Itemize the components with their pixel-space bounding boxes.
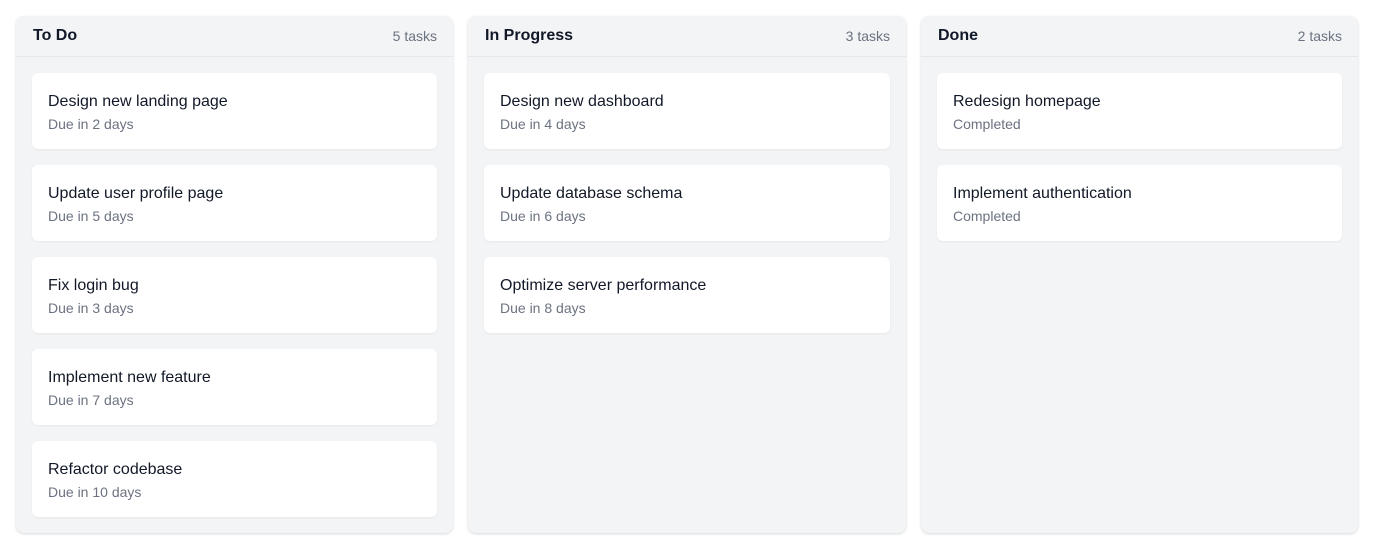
task-due: Due in 5 days: [48, 208, 134, 224]
task-due: Due in 7 days: [48, 392, 134, 408]
task-card[interactable]: Fix login bug Due in 3 days: [32, 257, 437, 333]
task-card[interactable]: Implement authentication Completed: [937, 165, 1342, 241]
card-list: Redesign homepage Completed Implement au…: [921, 57, 1358, 241]
task-card[interactable]: Optimize server performance Due in 8 day…: [484, 257, 890, 333]
task-status: Completed: [953, 208, 1021, 224]
task-due: Due in 2 days: [48, 116, 134, 132]
column-header: In Progress 3 tasks: [468, 16, 906, 57]
task-card[interactable]: Design new dashboard Due in 4 days: [484, 73, 890, 149]
task-title: Implement authentication: [953, 185, 1132, 202]
task-title: Refactor codebase: [48, 461, 183, 478]
column-done: Done 2 tasks Redesign homepage Completed…: [921, 16, 1358, 533]
task-due: Due in 6 days: [500, 208, 586, 224]
task-due: Due in 8 days: [500, 300, 586, 316]
task-due: Due in 10 days: [48, 484, 142, 500]
task-card[interactable]: Implement new feature Due in 7 days: [32, 349, 437, 425]
task-title: Design new landing page: [48, 93, 228, 110]
task-title: Redesign homepage: [953, 93, 1101, 110]
task-title: Implement new feature: [48, 369, 211, 386]
task-title: Optimize server performance: [500, 277, 707, 294]
task-title: Fix login bug: [48, 277, 139, 294]
card-list: Design new dashboard Due in 4 days Updat…: [468, 57, 906, 333]
task-card[interactable]: Update user profile page Due in 5 days: [32, 165, 437, 241]
task-count: 3 tasks: [845, 28, 890, 44]
task-title: Update database schema: [500, 185, 683, 202]
task-card[interactable]: Refactor codebase Due in 10 days: [32, 441, 437, 517]
column-title: In Progress: [485, 27, 574, 44]
column-title: Done: [938, 27, 978, 44]
task-title: Design new dashboard: [500, 93, 664, 110]
task-count: 2 tasks: [1297, 28, 1342, 44]
column-in-progress: In Progress 3 tasks Design new dashboard…: [468, 16, 906, 533]
column-header: Done 2 tasks: [921, 16, 1358, 57]
task-status: Completed: [953, 116, 1021, 132]
task-card[interactable]: Redesign homepage Completed: [937, 73, 1342, 149]
task-count: 5 tasks: [392, 28, 437, 44]
task-due: Due in 4 days: [500, 116, 586, 132]
kanban-board: To Do 5 tasks Design new landing page Du…: [16, 16, 1358, 533]
column-todo: To Do 5 tasks Design new landing page Du…: [16, 16, 453, 533]
task-card[interactable]: Design new landing page Due in 2 days: [32, 73, 437, 149]
column-header: To Do 5 tasks: [16, 16, 453, 57]
card-list: Design new landing page Due in 2 days Up…: [16, 57, 453, 517]
task-title: Update user profile page: [48, 185, 224, 202]
task-due: Due in 3 days: [48, 300, 134, 316]
task-card[interactable]: Update database schema Due in 6 days: [484, 165, 890, 241]
column-title: To Do: [33, 27, 78, 44]
